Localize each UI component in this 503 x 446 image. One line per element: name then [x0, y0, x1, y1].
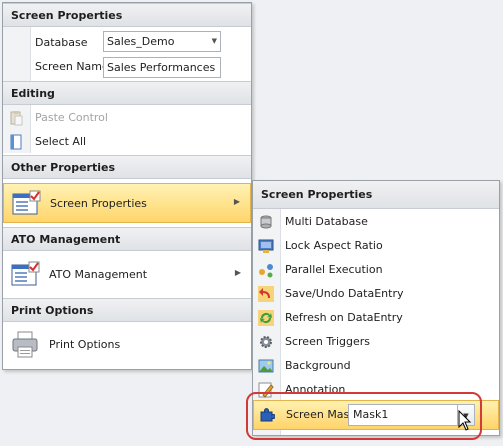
- printer-icon: [12, 331, 38, 358]
- submenu-title: Screen Properties: [253, 181, 499, 209]
- parallel-execution-label: Parallel Execution: [285, 263, 383, 276]
- ato-management-label: ATO Management: [49, 268, 148, 281]
- puzzle-icon: [260, 408, 275, 422]
- pencil-icon: [258, 382, 274, 398]
- screen-mask-label: Screen Mask: [286, 408, 356, 421]
- background-label: Background: [285, 359, 351, 372]
- annotation-label: Annotation: [285, 383, 346, 396]
- database-select[interactable]: Sales_Demo ▼: [103, 31, 221, 52]
- lock-aspect-label: Lock Aspect Ratio: [285, 239, 383, 252]
- menu-item-select-all[interactable]: Select All: [3, 130, 251, 154]
- paste-control-label: Paste Control: [35, 111, 108, 124]
- section-header-screen-properties: Screen Properties: [3, 3, 251, 27]
- menu-item-print-options[interactable]: Print Options: [3, 325, 251, 365]
- save-undo-label: Save/Undo DataEntry: [285, 287, 404, 300]
- refresh-icon: [258, 310, 274, 326]
- screen-properties-icon: [12, 190, 41, 215]
- submenu-item-refresh[interactable]: Refresh on DataEntry: [253, 306, 499, 330]
- chevron-right-icon: ▶: [233, 197, 240, 206]
- screen-name-field[interactable]: Sales Performances: [103, 57, 221, 78]
- database-value: Sales_Demo: [107, 35, 175, 48]
- ato-management-icon: [11, 261, 40, 286]
- chevron-down-icon: ▼: [211, 37, 217, 45]
- screen-name-value: Sales Performances: [107, 61, 216, 74]
- select-all-icon: [10, 134, 22, 150]
- lock-aspect-icon: [258, 239, 274, 253]
- submenu-item-background[interactable]: Background: [253, 354, 499, 378]
- print-options-label: Print Options: [49, 338, 121, 351]
- section-header-editing: Editing: [3, 81, 251, 105]
- paste-icon: [10, 111, 23, 126]
- parallel-icon: [259, 264, 273, 278]
- menu-item-screen-properties[interactable]: Screen Properties ▶: [3, 183, 251, 223]
- section-header-print-options: Print Options: [3, 298, 251, 322]
- screen-properties-label: Screen Properties: [50, 197, 147, 210]
- database-label: Database: [35, 36, 88, 49]
- screen-name-label: Screen Name: [35, 60, 109, 73]
- screen-name-row: Screen Name Sales Performances: [3, 55, 251, 79]
- refresh-label: Refresh on DataEntry: [285, 311, 403, 324]
- screen-triggers-label: Screen Triggers: [285, 335, 370, 348]
- undo-icon: [258, 286, 274, 302]
- submenu-item-multi-database[interactable]: Multi Database: [253, 210, 499, 234]
- menu-item-ato-management[interactable]: ATO Management ▶: [3, 255, 251, 295]
- screen-properties-submenu: Screen Properties Multi Database Lock As…: [252, 180, 500, 436]
- submenu-item-annotation[interactable]: Annotation: [253, 378, 499, 402]
- submenu-item-screen-triggers[interactable]: Screen Triggers: [253, 330, 499, 354]
- section-header-other-properties: Other Properties: [3, 155, 251, 179]
- mouse-cursor-icon: [458, 410, 472, 431]
- chevron-right-icon: ▶: [234, 268, 241, 277]
- menu-item-paste-control[interactable]: Paste Control: [3, 106, 251, 130]
- gear-icon: [260, 336, 272, 348]
- picture-icon: [258, 359, 274, 373]
- submenu-item-parallel-execution[interactable]: Parallel Execution: [253, 258, 499, 282]
- screen-mask-value: Mask1: [353, 408, 389, 421]
- multi-database-icon: [260, 215, 272, 229]
- select-all-label: Select All: [35, 135, 87, 148]
- database-row: Database Sales_Demo ▼: [3, 31, 251, 55]
- context-menu: Screen Properties Database Sales_Demo ▼ …: [2, 2, 252, 370]
- screen-mask-select[interactable]: Mask1: [348, 404, 458, 426]
- multi-database-label: Multi Database: [285, 215, 368, 228]
- section-header-ato-management: ATO Management: [3, 227, 251, 251]
- submenu-item-save-undo[interactable]: Save/Undo DataEntry: [253, 282, 499, 306]
- submenu-item-lock-aspect-ratio[interactable]: Lock Aspect Ratio: [253, 234, 499, 258]
